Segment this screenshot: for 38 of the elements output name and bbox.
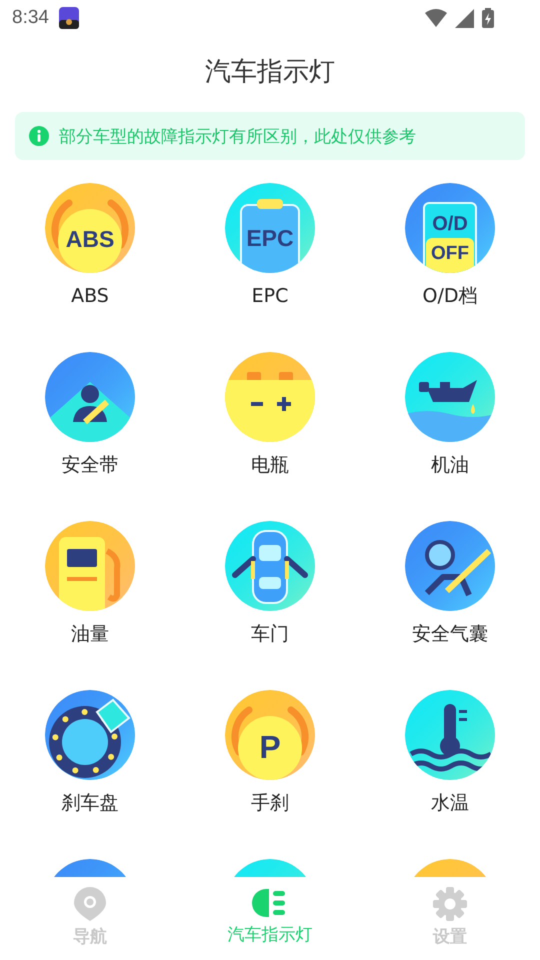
indicator-label: 安全气囊 [412,623,488,646]
indicator-label: 手刹 [251,792,289,815]
abs-icon[interactable]: ABS [45,183,135,273]
page-title: 汽车指示灯 [205,56,335,88]
icon-label: P [259,729,281,765]
signal-icon [455,8,474,28]
icon-label: O/D [432,213,468,235]
indicator-label: EPC [252,285,288,308]
temperature-icon[interactable] [405,690,495,780]
info-icon [29,126,49,146]
indicator-label: 电瓶 [251,454,289,477]
od-icon[interactable]: O/D OFF [405,183,495,273]
fuel-icon[interactable] [45,521,135,611]
notice-text: 部分车型的故障指示灯有所区别，此处仅供参考 [59,126,416,148]
headlight-icon [252,887,288,919]
indicator-label: 机油 [431,454,469,477]
airbag-icon[interactable] [405,521,495,611]
status-time: 8:34 [12,7,49,29]
door-icon[interactable] [225,521,315,611]
location-pin-icon [74,887,106,921]
seatbelt-icon[interactable] [45,352,135,442]
indicator-label: 安全带 [62,454,118,477]
indicator-label: 水温 [431,792,469,815]
icon-label: OFF [431,243,469,264]
epc-icon[interactable]: EPC [225,183,315,273]
indicator-label: 车门 [251,623,289,646]
parking-icon[interactable]: P [225,690,315,780]
battery-charging-icon [482,8,494,28]
oil-icon[interactable] [405,352,495,442]
indicator-label: ABS [71,285,109,308]
indicator-label: O/D档 [422,285,478,308]
indicator-label: 刹车盘 [62,792,118,815]
brakedisc-icon[interactable] [45,690,135,780]
app-icon [58,7,79,29]
icon-label: EPC [246,225,294,251]
wifi-icon [425,9,447,27]
indicator-label: 油量 [71,623,109,646]
icon-label: ABS [66,226,114,252]
